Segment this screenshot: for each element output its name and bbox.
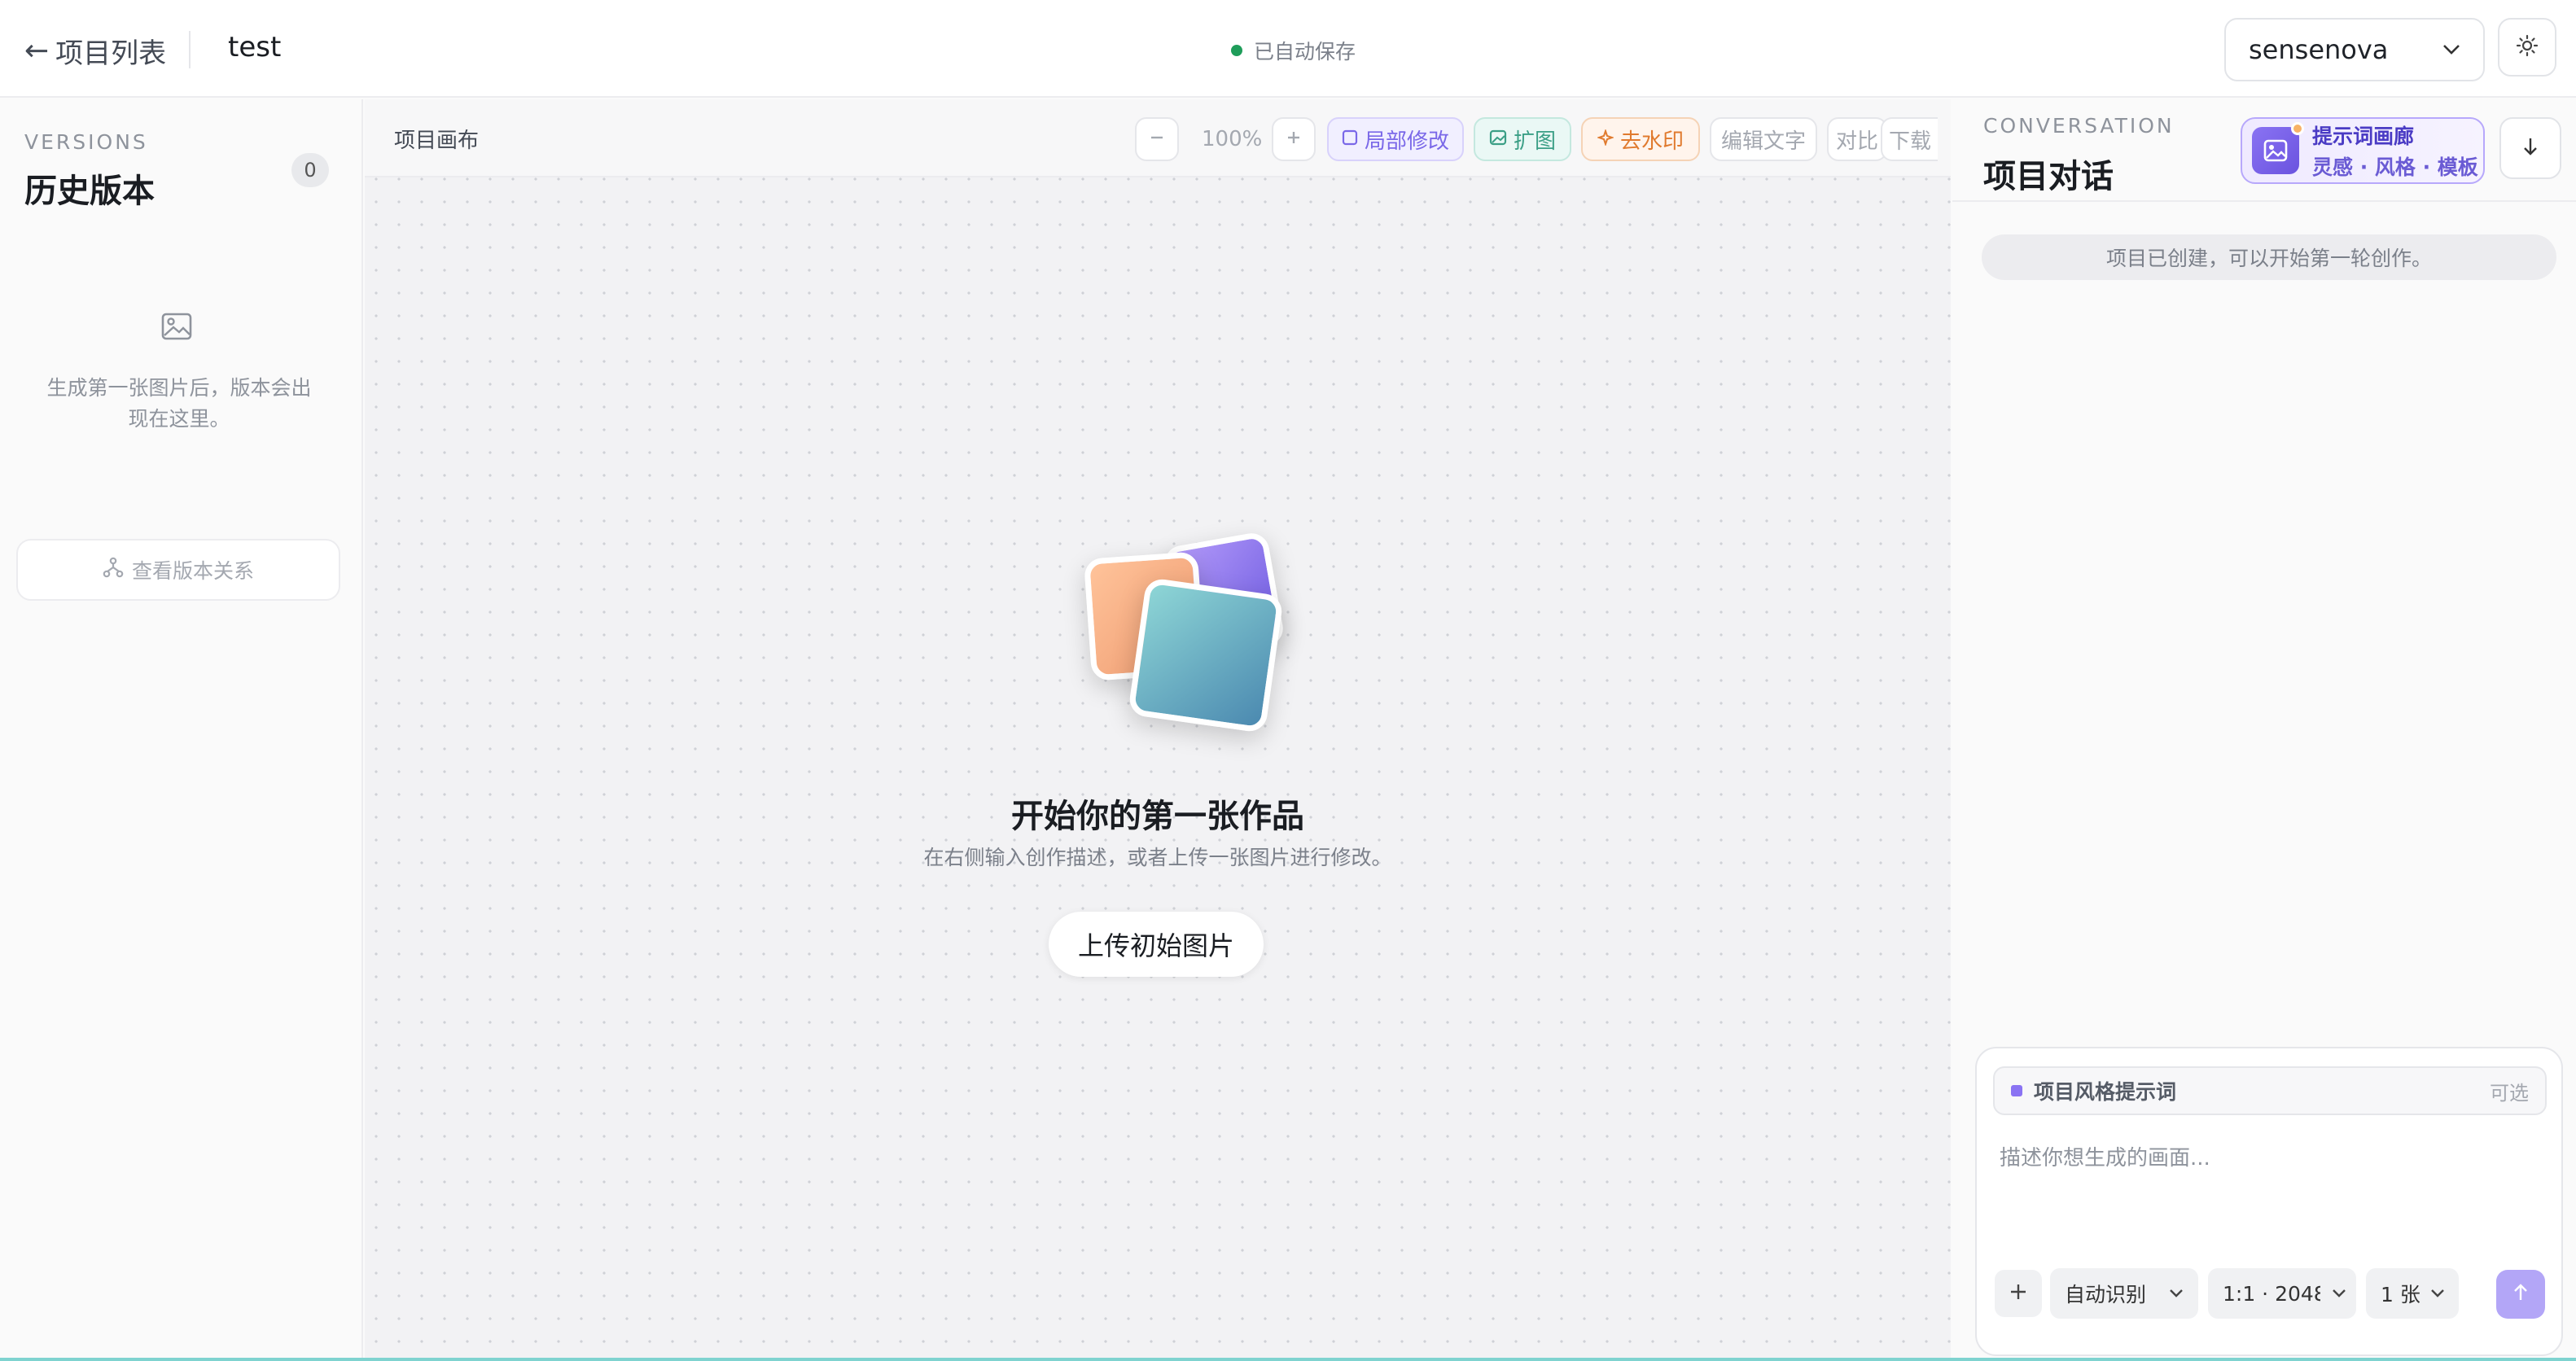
remove-watermark-button[interactable]: 去水印 xyxy=(1581,117,1700,161)
style-prompt-optional: 可选 xyxy=(2490,1081,2529,1105)
empty-canvas-title: 开始你的第一张作品 xyxy=(1011,798,1304,835)
style-prompt-label: 项目风格提示词 xyxy=(2034,1080,2177,1104)
autosave-status: 已自动保存 xyxy=(1231,36,1356,65)
local-edit-label: 局部修改 xyxy=(1364,129,1449,154)
remove-watermark-label: 去水印 xyxy=(1619,129,1684,154)
conversation-header: CONVERSATION 项目对话 提示词画廊 灵感 · 风格 · 模板 xyxy=(1952,99,2576,202)
project-style-prompt-toggle[interactable]: 项目风格提示词 可选 xyxy=(1993,1066,2547,1115)
image-icon xyxy=(161,313,192,344)
empty-canvas-illustration xyxy=(1081,530,1293,734)
square-select-icon xyxy=(1342,127,1358,151)
illustration-card-teal xyxy=(1127,576,1285,734)
edit-text-button[interactable]: 编辑文字 xyxy=(1710,117,1817,161)
zoom-out-button[interactable] xyxy=(1135,117,1179,161)
arrow-up-icon xyxy=(2512,1283,2530,1306)
mode-select[interactable]: 自动识别 xyxy=(2050,1268,2198,1319)
canvas-toolbar: 项目画布 100% 局部修改 扩图 去水印 编辑文字 对比 下载 xyxy=(365,99,1951,177)
download-button[interactable]: 下载 xyxy=(1881,117,1938,161)
chevron-down-icon xyxy=(2430,1285,2445,1302)
project-name: test xyxy=(228,31,282,63)
theme-toggle-button[interactable] xyxy=(2498,18,2556,77)
autosave-label: 已自动保存 xyxy=(1254,40,1356,63)
view-version-relations-label: 查看版本关系 xyxy=(131,559,254,583)
minus-icon xyxy=(1149,127,1165,151)
upload-initial-image-button[interactable]: 上传初始图片 xyxy=(1049,912,1264,977)
back-label: 项目列表 xyxy=(55,37,167,70)
chevron-down-icon xyxy=(2169,1285,2184,1302)
mode-select-value: 自动识别 xyxy=(2065,1283,2147,1306)
model-select[interactable]: sensenova xyxy=(2224,18,2485,81)
view-version-relations-button[interactable]: 查看版本关系 xyxy=(16,539,340,601)
gallery-image-icon xyxy=(2252,122,2304,174)
versions-empty-text: 生成第一张图片后，版本会出现在这里。 xyxy=(46,376,312,431)
versions-count-badge: 0 xyxy=(291,153,329,187)
project-canvas[interactable]: 项目画布 100% 局部修改 扩图 去水印 编辑文字 对比 下载 开始你的第一张… xyxy=(365,99,1951,1361)
prompt-gallery-subtitle: 灵感 · 风格 · 模板 xyxy=(2312,155,2478,179)
conversation-panel: CONVERSATION 项目对话 提示词画廊 灵感 · 风格 · 模板 项目已… xyxy=(1952,99,2576,1361)
chevron-down-icon xyxy=(2442,40,2460,60)
image-count-select[interactable]: 1 张 xyxy=(2366,1268,2459,1319)
prompt-gallery-title: 提示词画廊 xyxy=(2312,125,2415,148)
zoom-level: 100% xyxy=(1202,127,1263,151)
top-bar: ← 项目列表 test 已自动保存 sensenova xyxy=(0,0,2576,98)
canvas-label: 项目画布 xyxy=(394,129,480,153)
status-dot-icon xyxy=(1231,45,1242,56)
prompt-input[interactable] xyxy=(2000,1141,2537,1239)
send-button[interactable] xyxy=(2496,1270,2545,1319)
versions-panel: VERSIONS 历史版本 0 生成第一张图片后，版本会出现在这里。 查看版本关… xyxy=(0,99,363,1361)
scroll-to-bottom-button[interactable] xyxy=(2499,117,2561,179)
local-edit-button[interactable]: 局部修改 xyxy=(1327,117,1464,161)
prompt-gallery-button[interactable]: 提示词画廊 灵感 · 风格 · 模板 xyxy=(2241,117,2485,184)
notification-dot-icon xyxy=(2291,122,2304,135)
style-square-icon xyxy=(2011,1085,2022,1096)
ratio-select-value: 1:1 · 2048x xyxy=(2223,1281,2320,1306)
plus-icon xyxy=(1286,127,1302,151)
compare-label: 对比 xyxy=(1835,129,1878,154)
image-icon xyxy=(1489,127,1507,151)
chevron-down-icon xyxy=(2332,1285,2346,1302)
model-select-value: sensenova xyxy=(2249,34,2389,65)
versions-title: 历史版本 xyxy=(24,173,155,210)
empty-canvas-subtitle: 在右侧输入创作描述，或者上传一张图片进行修改。 xyxy=(923,846,1392,869)
add-attachment-button[interactable] xyxy=(1995,1270,2042,1317)
bottom-accent-line xyxy=(0,1358,2576,1361)
versions-kicker: VERSIONS xyxy=(24,130,148,154)
sun-icon xyxy=(2516,34,2539,60)
expand-image-button[interactable]: 扩图 xyxy=(1474,117,1571,161)
branch-icon xyxy=(103,557,124,583)
message-composer: 项目风格提示词 可选 自动识别 1:1 · 2048x 1 张 xyxy=(1975,1047,2563,1356)
ratio-select[interactable]: 1:1 · 2048x xyxy=(2208,1268,2356,1319)
download-label: 下载 xyxy=(1888,129,1931,154)
conversation-kicker: CONVERSATION xyxy=(1983,114,2175,138)
expand-label: 扩图 xyxy=(1513,129,1556,154)
back-to-project-list-button[interactable]: ← 项目列表 xyxy=(24,31,166,71)
plus-icon xyxy=(2009,1282,2028,1305)
arrow-down-icon xyxy=(2521,136,2540,160)
edit-text-label: 编辑文字 xyxy=(1720,129,1806,154)
arrow-left-icon: ← xyxy=(24,33,50,68)
compare-button[interactable]: 对比 xyxy=(1827,117,1887,161)
sparkle-icon xyxy=(1596,127,1615,151)
system-message: 项目已创建，可以开始第一轮创作。 xyxy=(1982,234,2556,280)
zoom-in-button[interactable] xyxy=(1272,117,1316,161)
image-count-value: 1 张 xyxy=(2381,1283,2420,1306)
divider xyxy=(189,31,191,68)
conversation-title: 项目对话 xyxy=(1983,158,2114,195)
